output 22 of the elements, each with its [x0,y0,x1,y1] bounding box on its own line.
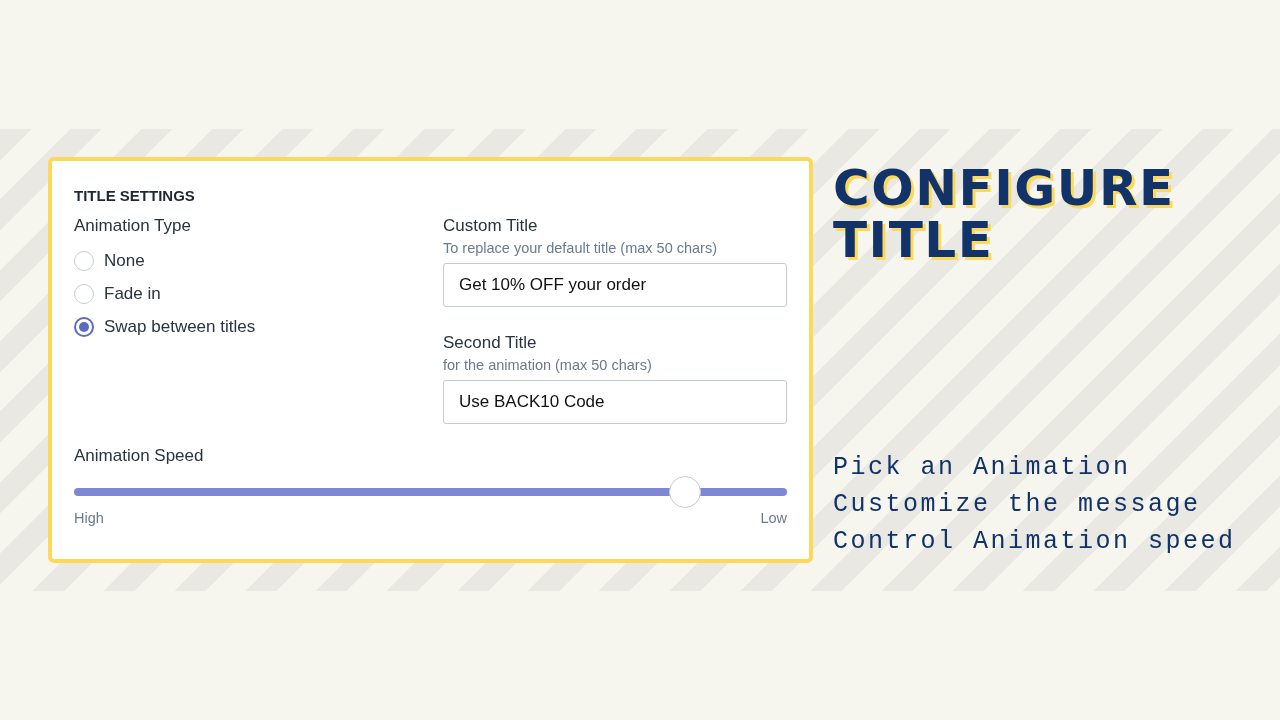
promo-title: CONFIGURE [833,162,1176,214]
promo-title: TITLE [833,214,995,266]
radio-button[interactable] [74,317,94,337]
feature-line: Customize the message [833,490,1202,519]
slider-thumb[interactable] [669,476,702,508]
feature-line: Pick an Animation [833,453,1132,482]
radio-label: None [104,251,145,271]
field-label: Second Title [443,333,538,353]
field-label: Animation Type [74,216,192,236]
field-hint: for the animation (max 50 chars) [443,357,653,373]
text-field[interactable]: Get 10% OFF your order [443,263,787,307]
field-label: Animation Speed [74,446,205,466]
text-field[interactable]: Use BACK10 Code [443,380,787,424]
radio-label: Swap between titles [104,317,256,337]
radio-label: Fade in [104,284,161,304]
slider-min-label: High [74,510,104,526]
feature-line: Control Animation speed [833,527,1236,556]
speed-slider[interactable] [74,476,787,508]
field-label: Custom Title [443,216,539,236]
section-heading: TITLE SETTINGS [74,187,196,204]
field-hint: To replace your default title (max 50 chars) [443,240,718,256]
slider-max-label: Low [760,510,787,526]
